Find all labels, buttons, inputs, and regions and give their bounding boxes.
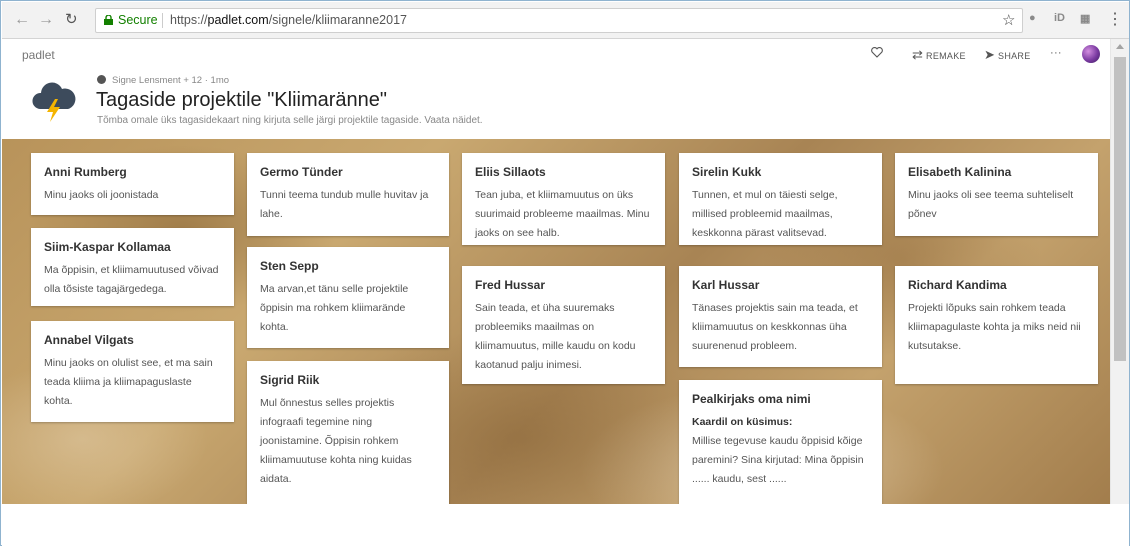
post-body: Minu jaoks on olulist see, et ma sain te… — [44, 357, 213, 407]
post-card[interactable]: Karl Hussar Tänases projektis sain ma te… — [679, 266, 882, 367]
lock-icon — [104, 15, 113, 25]
storm-cloud-icon — [32, 82, 76, 122]
heart-icon — [871, 47, 883, 58]
post-title: Siim-Kaspar Kollamaa — [44, 240, 171, 254]
post-body: Tänases projektis sain ma teada, et klii… — [692, 302, 858, 352]
post-body: Kaardil on küsimus: Millise tegevuse kau… — [692, 413, 869, 489]
browser-menu-icon[interactable]: ⋮ — [1107, 9, 1123, 29]
post-card[interactable]: Fred Hussar Sain teada, et üha suuremaks… — [462, 266, 665, 384]
url-scheme: https:// — [170, 13, 208, 27]
post-title: Richard Kandima — [908, 278, 1007, 292]
share-button[interactable]: ➤ SHARE — [984, 47, 1031, 63]
post-body: Ma arvan,et tänu selle projektile õppisi… — [260, 283, 409, 333]
extension-skype-icon[interactable]: ● — [1029, 12, 1036, 24]
bookmark-star-icon[interactable]: ☆ — [1002, 11, 1015, 29]
post-title: Annabel Vilgats — [44, 333, 134, 347]
forward-icon[interactable]: → — [38, 10, 54, 30]
post-body: Tunnen, et mul on täiesti selge, millise… — [692, 189, 838, 239]
extension-reader-icon[interactable]: ▦ — [1080, 12, 1090, 25]
user-avatar[interactable] — [1082, 45, 1100, 63]
url-text: https://padlet.com/signele/kliimaranne20… — [170, 9, 407, 32]
browser-toolbar: ← → ↻ Secure https://padlet.com/signele/… — [2, 2, 1129, 39]
padlet-logo[interactable]: padlet — [22, 48, 55, 62]
remake-icon: ⇄ — [912, 47, 924, 62]
post-body-text: Millise tegevuse kaudu õppisid kõige par… — [692, 435, 864, 485]
author-avatar-icon — [97, 75, 106, 84]
more-button[interactable]: ··· — [1050, 47, 1062, 59]
post-body-bold: Kaardil on küsimus: — [692, 416, 793, 428]
post-body: Tean juba, et kliimamuutus on üks suurim… — [475, 189, 650, 239]
url-path: /signele/kliimaranne2017 — [268, 13, 407, 27]
post-body: Minu jaoks oli joonistada — [44, 189, 159, 201]
post-card-example[interactable]: Pealkirjaks oma nimi Kaardil on küsimus:… — [679, 380, 882, 504]
contributors-count: + 12 — [183, 75, 203, 86]
post-card[interactable]: Siim-Kaspar Kollamaa Ma õppisin, et klii… — [31, 228, 234, 306]
post-title: Elisabeth Kalinina — [908, 165, 1012, 179]
post-title: Sirelin Kukk — [692, 165, 762, 179]
post-title: Sten Sepp — [260, 259, 319, 273]
post-card[interactable]: Eliis Sillaots Tean juba, et kliimamuutu… — [462, 153, 665, 245]
wall-age: 1mo — [210, 75, 230, 86]
like-button[interactable] — [871, 47, 883, 60]
post-card[interactable]: Elisabeth Kalinina Minu jaoks oli see te… — [895, 153, 1098, 236]
reload-icon[interactable]: ↻ — [65, 10, 78, 30]
padlet-header: padlet ⇄ REMAKE ➤ SHARE ··· Signe Lensme… — [2, 39, 1110, 139]
wall-meta: Signe Lensment + 12 · 1mo — [97, 75, 229, 86]
address-bar[interactable]: Secure https://padlet.com/signele/kliima… — [95, 8, 1023, 33]
share-arrow-icon: ➤ — [984, 47, 996, 62]
remake-button[interactable]: ⇄ REMAKE — [912, 47, 966, 63]
post-body: Ma õppisin, et kliimamuutused võivad oll… — [44, 264, 219, 295]
post-body: Tunni teema tundub mulle huvitav ja lahe… — [260, 189, 429, 220]
post-title: Fred Hussar — [475, 278, 546, 292]
padlet-wall: Anni Rumberg Minu jaoks oli joonistada S… — [2, 139, 1110, 504]
extension-id-icon[interactable]: iD — [1054, 12, 1065, 24]
page-bottom-blank — [2, 504, 1129, 546]
page-scrollbar[interactable] — [1110, 39, 1129, 504]
post-card[interactable]: Germo Tünder Tunni teema tundub mulle hu… — [247, 153, 449, 236]
post-body: Minu jaoks oli see teema suhteliselt põn… — [908, 189, 1074, 220]
remake-label: REMAKE — [926, 51, 966, 61]
wall-description: Tõmba omale üks tagasidekaart ning kirju… — [97, 115, 483, 126]
url-separator — [162, 13, 163, 28]
post-card[interactable]: Sigrid Riik Mul õnnestus selles projekti… — [247, 361, 449, 504]
share-label: SHARE — [998, 51, 1031, 61]
back-icon[interactable]: ← — [14, 10, 30, 30]
post-card[interactable]: Sten Sepp Ma arvan,et tänu selle projekt… — [247, 247, 449, 348]
author-name[interactable]: Signe Lensment — [112, 75, 181, 86]
post-title: Sigrid Riik — [260, 373, 320, 387]
secure-label: Secure — [118, 13, 158, 27]
post-card[interactable]: Anni Rumberg Minu jaoks oli joonistada — [31, 153, 234, 215]
post-title: Pealkirjaks oma nimi — [692, 392, 811, 406]
post-title: Anni Rumberg — [44, 165, 127, 179]
post-title: Karl Hussar — [692, 278, 760, 292]
meta-separator: · — [204, 75, 208, 86]
scrollbar-thumb[interactable] — [1114, 57, 1126, 361]
post-card[interactable]: Annabel Vilgats Minu jaoks on olulist se… — [31, 321, 234, 422]
post-body: Mul õnnestus selles projektis infograafi… — [260, 397, 412, 485]
post-body: Sain teada, et üha suuremaks probleemiks… — [475, 302, 636, 371]
url-host: padlet.com — [207, 13, 269, 27]
browser-window: ← → ↻ Secure https://padlet.com/signele/… — [0, 0, 1130, 546]
post-title: Germo Tünder — [260, 165, 343, 179]
post-title: Eliis Sillaots — [475, 165, 546, 179]
post-body: Projekti lõpuks sain rohkem teada kliima… — [908, 302, 1081, 352]
wall-title: Tagaside projektile "Kliimaränne" — [96, 89, 388, 111]
post-card[interactable]: Sirelin Kukk Tunnen, et mul on täiesti s… — [679, 153, 882, 245]
scroll-up-icon[interactable] — [1116, 44, 1124, 49]
post-card[interactable]: Richard Kandima Projekti lõpuks sain roh… — [895, 266, 1098, 384]
